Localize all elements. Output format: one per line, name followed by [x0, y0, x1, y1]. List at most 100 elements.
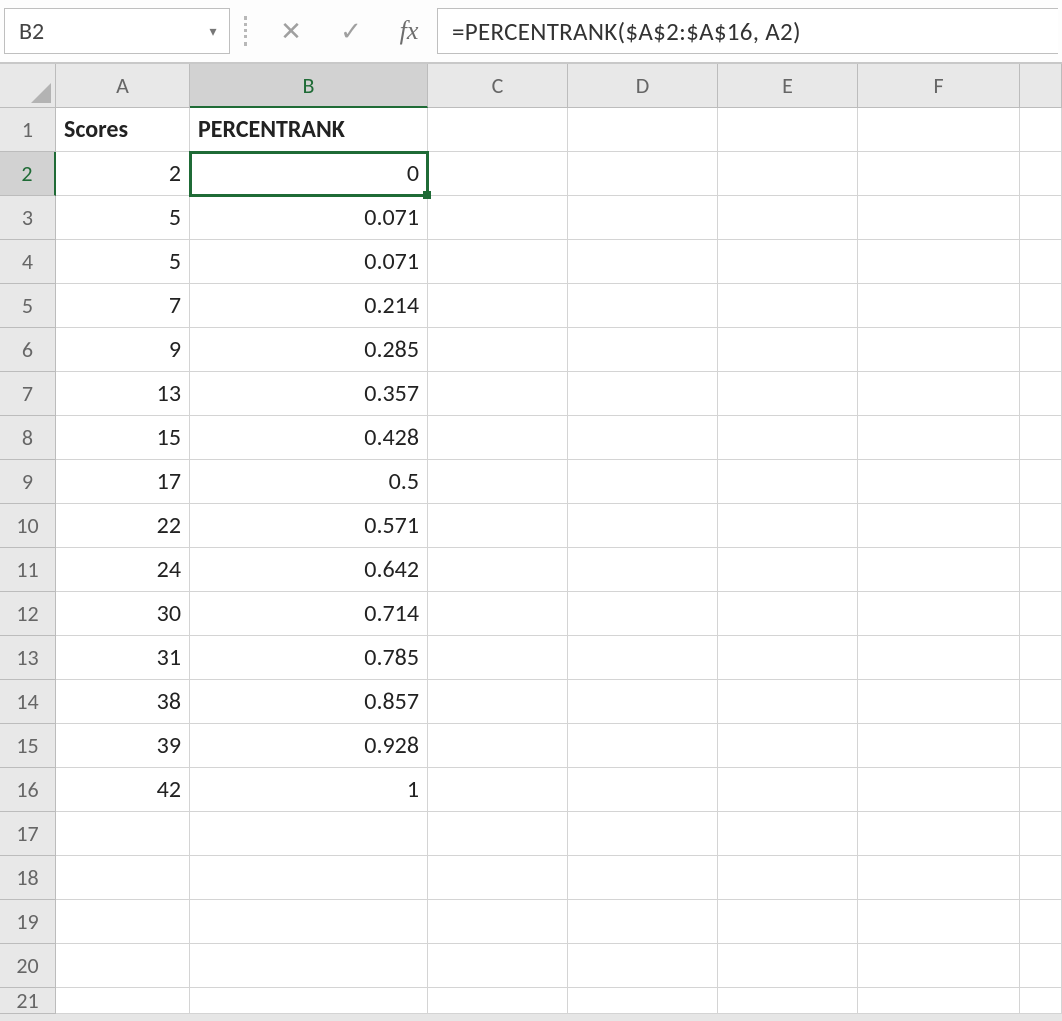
- formula-input[interactable]: =PERCENTRANK($A$2:$A$16, A2): [437, 8, 1058, 54]
- cell-C4[interactable]: [428, 240, 568, 284]
- cell-x9[interactable]: [1020, 460, 1062, 504]
- cell-E16[interactable]: [718, 768, 858, 812]
- cell-A14[interactable]: 38: [56, 680, 190, 724]
- cell-D16[interactable]: [568, 768, 718, 812]
- row-header-13[interactable]: 13: [0, 636, 56, 680]
- cell-D5[interactable]: [568, 284, 718, 328]
- cell-E15[interactable]: [718, 724, 858, 768]
- cell-F2[interactable]: [858, 152, 1020, 196]
- cell-F6[interactable]: [858, 328, 1020, 372]
- cell-A13[interactable]: 31: [56, 636, 190, 680]
- cell-F7[interactable]: [858, 372, 1020, 416]
- row-header-5[interactable]: 5: [0, 284, 56, 328]
- cancel-button[interactable]: ✕: [261, 8, 321, 54]
- cell-B5[interactable]: 0.214: [190, 284, 428, 328]
- select-all-corner[interactable]: [0, 64, 56, 108]
- cell-F9[interactable]: [858, 460, 1020, 504]
- cell-A10[interactable]: 22: [56, 504, 190, 548]
- cell-C6[interactable]: [428, 328, 568, 372]
- cell-D15[interactable]: [568, 724, 718, 768]
- cell-x15[interactable]: [1020, 724, 1062, 768]
- cell-C19[interactable]: [428, 900, 568, 944]
- cell-E10[interactable]: [718, 504, 858, 548]
- cell-D14[interactable]: [568, 680, 718, 724]
- row-header-8[interactable]: 8: [0, 416, 56, 460]
- cell-E14[interactable]: [718, 680, 858, 724]
- cell-F16[interactable]: [858, 768, 1020, 812]
- spreadsheet-grid[interactable]: ABCDEF1ScoresPERCENTRANK220350.071450.07…: [0, 64, 1062, 1014]
- row-header-19[interactable]: 19: [0, 900, 56, 944]
- cell-D18[interactable]: [568, 856, 718, 900]
- cell-E4[interactable]: [718, 240, 858, 284]
- cell-B8[interactable]: 0.428: [190, 416, 428, 460]
- cell-E1[interactable]: [718, 108, 858, 152]
- cell-A18[interactable]: [56, 856, 190, 900]
- cell-B2[interactable]: 0: [190, 152, 428, 196]
- cell-B17[interactable]: [190, 812, 428, 856]
- cell-A19[interactable]: [56, 900, 190, 944]
- cell-E9[interactable]: [718, 460, 858, 504]
- cell-E2[interactable]: [718, 152, 858, 196]
- row-header-2[interactable]: 2: [0, 152, 56, 196]
- cell-A2[interactable]: 2: [56, 152, 190, 196]
- row-header-21[interactable]: 21: [0, 988, 56, 1014]
- cell-x3[interactable]: [1020, 196, 1062, 240]
- cell-D19[interactable]: [568, 900, 718, 944]
- cell-E20[interactable]: [718, 944, 858, 988]
- cell-C16[interactable]: [428, 768, 568, 812]
- cell-F14[interactable]: [858, 680, 1020, 724]
- cell-A17[interactable]: [56, 812, 190, 856]
- cell-E17[interactable]: [718, 812, 858, 856]
- cell-E13[interactable]: [718, 636, 858, 680]
- cell-E3[interactable]: [718, 196, 858, 240]
- cell-B4[interactable]: 0.071: [190, 240, 428, 284]
- cell-D3[interactable]: [568, 196, 718, 240]
- row-header-6[interactable]: 6: [0, 328, 56, 372]
- cell-B18[interactable]: [190, 856, 428, 900]
- cell-C5[interactable]: [428, 284, 568, 328]
- row-header-1[interactable]: 1: [0, 108, 56, 152]
- cell-x2[interactable]: [1020, 152, 1062, 196]
- cell-C21[interactable]: [428, 988, 568, 1014]
- cell-A7[interactable]: 13: [56, 372, 190, 416]
- cell-x12[interactable]: [1020, 592, 1062, 636]
- cell-x4[interactable]: [1020, 240, 1062, 284]
- cell-F13[interactable]: [858, 636, 1020, 680]
- cell-B10[interactable]: 0.571: [190, 504, 428, 548]
- cell-D21[interactable]: [568, 988, 718, 1014]
- cell-B14[interactable]: 0.857: [190, 680, 428, 724]
- cell-F19[interactable]: [858, 900, 1020, 944]
- cell-B16[interactable]: 1: [190, 768, 428, 812]
- cell-A16[interactable]: 42: [56, 768, 190, 812]
- cell-F3[interactable]: [858, 196, 1020, 240]
- accept-button[interactable]: ✓: [321, 8, 381, 54]
- cell-D1[interactable]: [568, 108, 718, 152]
- cell-C20[interactable]: [428, 944, 568, 988]
- row-header-17[interactable]: 17: [0, 812, 56, 856]
- cell-C8[interactable]: [428, 416, 568, 460]
- cell-x11[interactable]: [1020, 548, 1062, 592]
- row-header-12[interactable]: 12: [0, 592, 56, 636]
- cell-x13[interactable]: [1020, 636, 1062, 680]
- cell-D10[interactable]: [568, 504, 718, 548]
- cell-E21[interactable]: [718, 988, 858, 1014]
- cell-F11[interactable]: [858, 548, 1020, 592]
- cell-C14[interactable]: [428, 680, 568, 724]
- cell-x1[interactable]: [1020, 108, 1062, 152]
- cell-A3[interactable]: 5: [56, 196, 190, 240]
- column-header-B[interactable]: B: [190, 64, 428, 108]
- column-header-E[interactable]: E: [718, 64, 858, 108]
- cell-E5[interactable]: [718, 284, 858, 328]
- cell-A11[interactable]: 24: [56, 548, 190, 592]
- cell-F10[interactable]: [858, 504, 1020, 548]
- cell-F18[interactable]: [858, 856, 1020, 900]
- cell-A8[interactable]: 15: [56, 416, 190, 460]
- cell-A9[interactable]: 17: [56, 460, 190, 504]
- cell-A21[interactable]: [56, 988, 190, 1014]
- column-header-D[interactable]: D: [568, 64, 718, 108]
- column-header-C[interactable]: C: [428, 64, 568, 108]
- cell-x19[interactable]: [1020, 900, 1062, 944]
- cell-A15[interactable]: 39: [56, 724, 190, 768]
- cell-E6[interactable]: [718, 328, 858, 372]
- cell-E11[interactable]: [718, 548, 858, 592]
